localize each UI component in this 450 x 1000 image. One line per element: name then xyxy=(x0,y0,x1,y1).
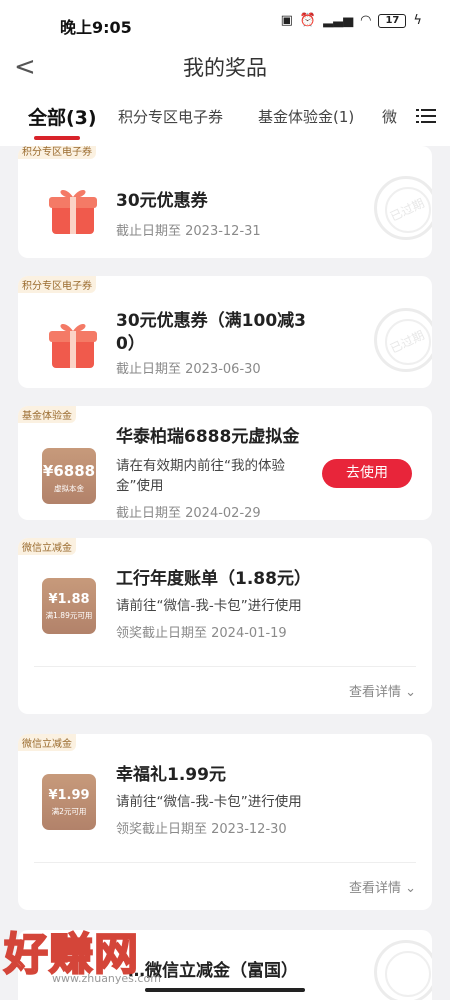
chevron-down-icon: ⌄ xyxy=(405,881,416,896)
status-icons: ▣ ⏰ ▂▃▅ ◠ 17 ϟ xyxy=(281,13,422,28)
prize-card[interactable]: 积分专区电子券 30元优惠券（满100减3 0） 截止日期至 2023-06-3… xyxy=(18,276,432,388)
view-details-label: 查看详情 xyxy=(348,685,401,700)
category-tag: 积分专区电子券 xyxy=(18,276,96,293)
coupon-sub: 满2元可用 xyxy=(51,807,87,816)
prize-desc-line1: 请在有效期内前往“我的体验 xyxy=(116,458,285,474)
expiry-date: 领奖截止日期至 2023-12-30 xyxy=(116,822,287,837)
status-time: 晚上9:05 xyxy=(60,18,132,37)
expiry-date: 截止日期至 2024-02-29 xyxy=(116,506,261,520)
charging-icon: ϟ xyxy=(413,13,422,28)
view-details-link[interactable]: 查看详情 ⌄ xyxy=(349,681,416,700)
home-indicator[interactable] xyxy=(145,988,305,992)
active-tab-indicator xyxy=(34,136,80,140)
category-tag: 微信立减金 xyxy=(18,734,76,751)
coupon-amount: ¥1.99 xyxy=(48,788,90,803)
category-tag: 基金体验金 xyxy=(18,406,76,423)
wechat-coupon-icon: ¥1.88 满1.89元可用 xyxy=(42,578,96,634)
use-button[interactable]: 去使用 xyxy=(322,459,412,488)
expired-stamp xyxy=(374,940,432,1000)
coupon-sub: 满1.89元可用 xyxy=(45,611,93,620)
prize-name-line2: 0） xyxy=(116,334,145,354)
fund-coupon-icon: ¥6888 虚拟本金 xyxy=(42,448,96,504)
category-tag: 积分专区电子券 xyxy=(18,146,96,159)
prize-name: 30元优惠券 xyxy=(116,191,208,211)
expiry-date: 截止日期至 2023-06-30 xyxy=(116,362,261,377)
tab-all[interactable]: 全部(3) xyxy=(28,103,97,130)
status-bar: 晚上9:05 ▣ ⏰ ▂▃▅ ◠ 17 ϟ xyxy=(0,0,450,46)
prize-name: 30元优惠券（满100减3 0） xyxy=(116,310,306,356)
expiry-date: 领奖截止日期至 2024-01-19 xyxy=(116,626,287,641)
expired-stamp: 已过期 xyxy=(374,308,432,372)
tab-wechat[interactable]: 微 xyxy=(382,106,397,127)
prize-card[interactable]: 积分专区电子券 30元优惠券 截止日期至 2023-12-31 已过期 xyxy=(18,146,432,258)
watermark-url: www.zhuanyes.com xyxy=(52,972,161,985)
card-divider xyxy=(34,862,416,863)
signal-icon: ▂▃▅ xyxy=(323,13,354,28)
chevron-down-icon: ⌄ xyxy=(405,685,416,700)
expiry-date: 截止日期至 2023-12-31 xyxy=(116,224,261,239)
tab-fund-trial[interactable]: 基金体验金(1) xyxy=(258,106,354,127)
prize-desc: 请前往“微信-我-卡包”进行使用 xyxy=(116,598,302,614)
prize-name: 幸福礼1.99元 xyxy=(116,765,226,785)
view-details-link[interactable]: 查看详情 ⌄ xyxy=(349,877,416,896)
tab-points-coupons[interactable]: 积分专区电子券 xyxy=(118,106,223,127)
prize-name: 工行年度账单（1.88元） xyxy=(116,569,311,589)
card-divider xyxy=(34,666,416,667)
coupon-amount: ¥6888 xyxy=(42,462,96,480)
battery-icon: 17 xyxy=(378,13,407,28)
view-details-label: 查看详情 xyxy=(348,881,401,896)
gift-icon xyxy=(49,189,97,234)
expired-stamp-text: 已过期 xyxy=(387,327,427,356)
alarm-icon: ⏰ xyxy=(299,13,317,28)
prize-name: 华泰柏瑞6888元虚拟金 xyxy=(116,427,300,447)
coupon-sub: 虚拟本金 xyxy=(54,484,84,493)
prize-desc: 请前往“微信-我-卡包”进行使用 xyxy=(116,794,302,810)
nfc-icon: ▣ xyxy=(280,13,293,28)
prize-desc: 请在有效期内前往“我的体验 金”使用 xyxy=(116,456,285,496)
expired-stamp: 已过期 xyxy=(374,176,432,240)
prize-desc-line2: 金”使用 xyxy=(116,478,164,494)
expired-stamp-text: 已过期 xyxy=(387,195,427,224)
prize-name-line1: 30元优惠券（满100减3 xyxy=(116,311,306,331)
coupon-amount: ¥1.88 xyxy=(48,592,90,607)
battery-level: 17 xyxy=(385,15,400,26)
prize-card[interactable]: 微信立减金 ¥1.99 满2元可用 幸福礼1.99元 请前往“微信-我-卡包”进… xyxy=(18,734,432,910)
tab-bar: 全部(3) 积分专区电子券 基金体验金(1) 微 xyxy=(0,88,450,146)
menu-list-icon[interactable] xyxy=(416,108,436,124)
prize-card[interactable]: 基金体验金 ¥6888 虚拟本金 华泰柏瑞6888元虚拟金 请在有效期内前往“我… xyxy=(18,406,432,520)
category-tag: 微信立减金 xyxy=(18,538,76,555)
wifi-icon: ◠ xyxy=(360,13,372,28)
gift-icon xyxy=(49,323,97,368)
prize-card[interactable]: 微信立减金 ¥1.88 满1.89元可用 工行年度账单（1.88元） 请前往“微… xyxy=(18,538,432,714)
nav-bar: < 我的奖品 xyxy=(0,46,450,88)
page-title: 我的奖品 xyxy=(183,56,267,80)
wechat-coupon-icon: ¥1.99 满2元可用 xyxy=(42,774,96,830)
